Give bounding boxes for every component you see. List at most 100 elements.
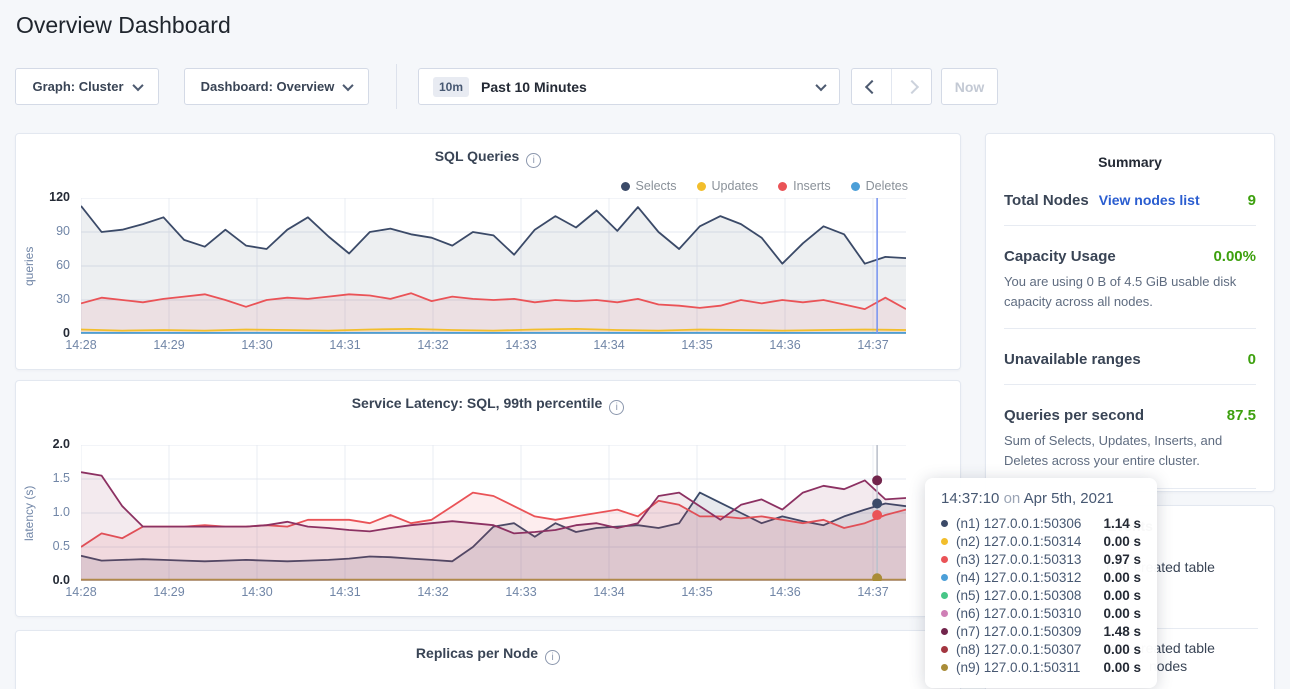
time-range-dropdown[interactable]: 10m Past 10 Minutes: [418, 68, 840, 105]
node-color-dot: [941, 646, 948, 653]
y-axis-ticks: 0306090120: [42, 198, 76, 334]
chevron-down-icon: [343, 79, 354, 90]
time-range-badge: 10m: [433, 77, 469, 97]
x-tick-label: 14:31: [315, 338, 375, 352]
node-latency-value: 0.00 s: [1103, 534, 1141, 549]
node-address: (n5) 127.0.0.1:50308: [956, 588, 1081, 603]
dashboard-dropdown[interactable]: Dashboard: Overview: [184, 68, 369, 105]
node-color-dot: [941, 628, 948, 635]
legend-label: Updates: [712, 179, 759, 193]
total-nodes-value: 9: [1248, 192, 1256, 209]
x-tick-label: 14:37: [843, 338, 903, 352]
capacity-usage-description: You are using 0 B of 4.5 GiB usable disk…: [1004, 272, 1256, 312]
x-tick-label: 14:29: [139, 585, 199, 599]
tooltip-timestamp: 14:37:10 on Apr 5th, 2021: [941, 490, 1141, 507]
y-tick-label: 30: [56, 292, 70, 306]
capacity-usage-value: 0.00%: [1213, 248, 1256, 265]
chevron-left-icon: [864, 79, 878, 93]
x-tick-label: 14:36: [755, 338, 815, 352]
legend-dot: [697, 182, 706, 191]
node-color-dot: [941, 574, 948, 581]
chevron-down-icon: [815, 79, 826, 90]
time-back-button[interactable]: [852, 69, 891, 104]
tooltip-node-row: (n8) 127.0.0.1:503070.00 s: [941, 640, 1141, 658]
node-latency-value: 0.00 s: [1103, 570, 1141, 585]
y-tick-label: 120: [49, 190, 70, 204]
info-icon[interactable]: i: [545, 650, 560, 665]
chart-hover-tooltip: 14:37:10 on Apr 5th, 2021 (n1) 127.0.0.1…: [925, 478, 1157, 688]
dashboard-dropdown-label: Dashboard: Overview: [201, 79, 335, 94]
node-color-dot: [941, 520, 948, 527]
chart-title-text: SQL Queries: [435, 148, 520, 164]
tooltip-node-row: (n2) 127.0.0.1:50314 0.00 s: [941, 532, 1141, 550]
sql-queries-title: SQL Queries i: [16, 148, 960, 168]
service-latency-plot[interactable]: [81, 445, 906, 581]
node-address: (n2) 127.0.0.1:50314: [956, 534, 1081, 549]
x-tick-label: 14:28: [51, 585, 111, 599]
node-address: (n4) 127.0.0.1:50312: [956, 570, 1081, 585]
node-color-dot: [941, 556, 948, 563]
legend-item-inserts[interactable]: Inserts: [778, 179, 831, 193]
y-axis-unit: latency (s): [22, 445, 36, 581]
y-axis-unit: queries: [22, 198, 36, 334]
tooltip-date: Apr 5th, 2021: [1024, 490, 1114, 507]
tooltip-node-rows: (n1) 127.0.0.1:503061.14 s(n2) 127.0.0.1…: [941, 514, 1141, 676]
tooltip-on-word: on: [1004, 490, 1021, 507]
unavailable-ranges-value: 0: [1248, 351, 1256, 368]
replicas-per-node-card: Replicas per Nodei: [15, 630, 961, 689]
legend-dot: [851, 182, 860, 191]
queries-per-second-description: Sum of Selects, Updates, Inserts, and De…: [1004, 431, 1256, 471]
now-button-label: Now: [955, 79, 985, 95]
sql-queries-chart[interactable]: [81, 198, 906, 334]
divider: [1004, 384, 1256, 385]
now-button[interactable]: Now: [941, 68, 998, 105]
node-address: (n9) 127.0.0.1:50311: [956, 660, 1080, 675]
legend-item-selects[interactable]: Selects: [621, 179, 677, 193]
node-latency-value: 1.14 s: [1103, 516, 1141, 531]
x-tick-label: 14:30: [227, 585, 287, 599]
legend-dot: [621, 182, 630, 191]
x-tick-label: 14:34: [579, 338, 639, 352]
graph-dropdown[interactable]: Graph: Cluster: [15, 68, 159, 105]
node-latency-value: 0.00 s: [1103, 588, 1141, 603]
legend-item-deletes[interactable]: Deletes: [851, 179, 908, 193]
chevron-down-icon: [132, 79, 143, 90]
sql-queries-card: SQL Queries i Selects Updates Inserts Delete…: [15, 133, 961, 370]
y-tick-label: 90: [56, 224, 70, 238]
x-axis-ticks: 14:2814:2914:3014:3114:3214:3314:3414:35…: [81, 338, 906, 354]
legend-item-updates[interactable]: Updates: [697, 179, 759, 193]
summary-title: Summary: [986, 134, 1274, 170]
node-color-dot: [941, 664, 948, 671]
x-tick-label: 14:28: [51, 338, 111, 352]
view-nodes-list-link[interactable]: View nodes list: [1099, 192, 1200, 208]
total-nodes-row: Total Nodes View nodes list 9: [1004, 192, 1256, 209]
tooltip-node-row: (n7) 127.0.0.1:503091.48 s: [941, 622, 1141, 640]
node-latency-value: 1.48 s: [1103, 624, 1141, 639]
summary-panel: Summary Total Nodes View nodes list 9 Ca…: [985, 133, 1275, 492]
y-tick-label: 0.5: [53, 539, 70, 553]
service-latency-card: Service Latency: SQL, 99th percentilei l…: [15, 380, 961, 617]
time-range-label: Past 10 Minutes: [481, 79, 587, 95]
time-step-buttons: [851, 68, 932, 105]
service-latency-chart[interactable]: [81, 445, 906, 581]
info-icon[interactable]: i: [526, 153, 541, 168]
info-icon[interactable]: i: [609, 400, 624, 415]
node-address: (n3) 127.0.0.1:50313: [956, 552, 1081, 567]
sql-queries-plot[interactable]: [81, 198, 906, 334]
node-latency-value: 0.00 s: [1103, 660, 1141, 675]
tooltip-time: 14:37:10: [941, 490, 999, 507]
queries-per-second-row: Queries per second 87.5: [1004, 407, 1256, 424]
legend-label: Selects: [636, 179, 677, 193]
x-tick-label: 14:29: [139, 338, 199, 352]
queries-per-second-value: 87.5: [1227, 407, 1256, 424]
legend-dot: [778, 182, 787, 191]
tooltip-node-row: (n4) 127.0.0.1:50312 0.00 s: [941, 568, 1141, 586]
time-forward-button[interactable]: [891, 69, 931, 104]
sql-queries-legend: Selects Updates Inserts Deletes: [621, 179, 908, 193]
node-latency-value: 0.97 s: [1103, 552, 1141, 567]
x-tick-label: 14:32: [403, 338, 463, 352]
service-latency-title: Service Latency: SQL, 99th percentilei: [16, 395, 960, 415]
legend-label: Deletes: [866, 179, 908, 193]
tooltip-node-row: (n9) 127.0.0.1:50311 0.00 s: [941, 658, 1141, 676]
x-tick-label: 14:36: [755, 585, 815, 599]
